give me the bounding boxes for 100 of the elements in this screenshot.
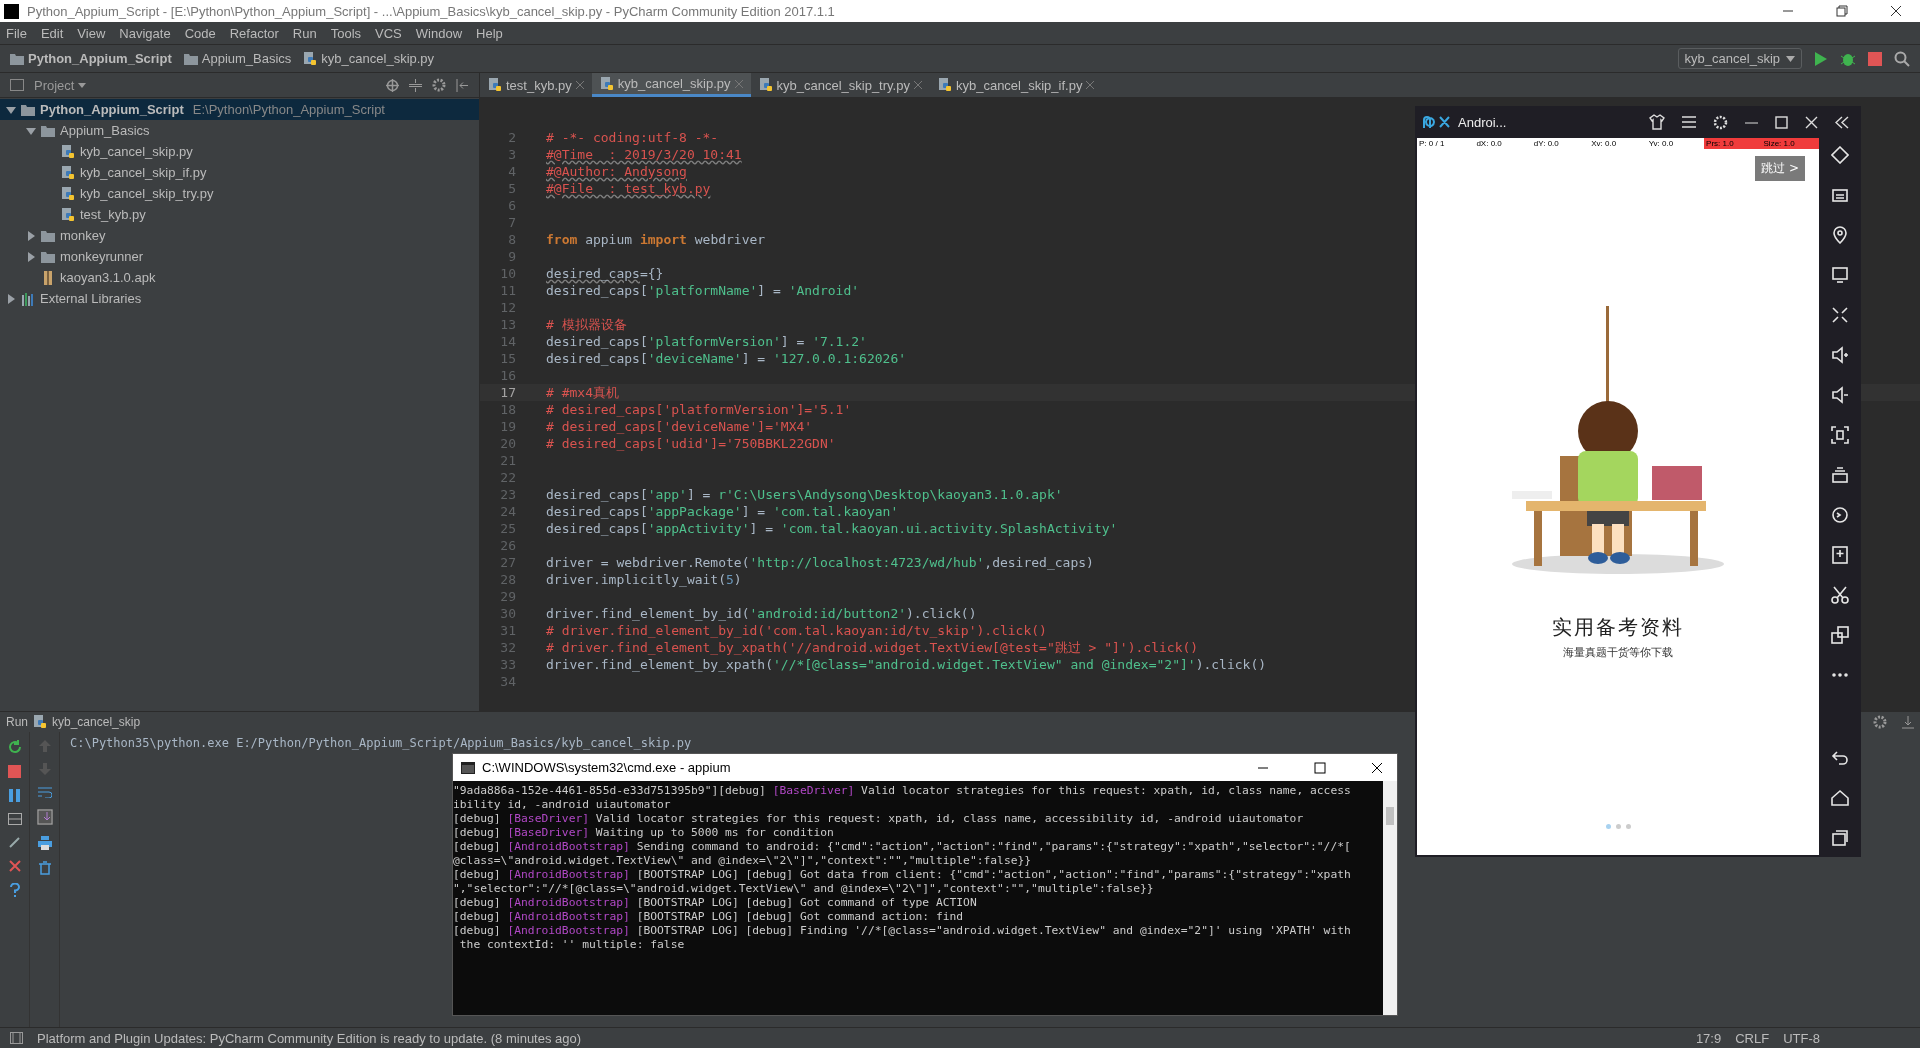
stop-icon[interactable] [1868,51,1882,66]
volume-down-icon[interactable] [1831,386,1849,404]
breadcrumb[interactable]: kyb_cancel_skip.py [321,51,435,66]
breadcrumb[interactable]: Appium_Basics [201,51,292,66]
wrap-icon[interactable] [37,786,52,798]
hide-panel-icon[interactable] [1902,715,1914,729]
location-pin-icon[interactable] [1831,226,1849,244]
file-encoding[interactable]: UTF-8 [1783,1030,1820,1046]
window-title: Python_Appium_Script - [E:\Python\Python_Appium_Script] - ...\Appium_Basics\kyb_cancel_skip.py - PyCharm Community Edition 2017.1.1 [27,3,835,19]
menu-item[interactable]: View [77,25,106,41]
panel-toggle-icon[interactable] [10,1032,23,1044]
maximize-icon[interactable] [1314,761,1326,774]
tree-item[interactable]: Appium_Basics [0,120,479,141]
editor-tab[interactable]: kyb_cancel_skip_try.py [750,73,930,97]
trash-icon[interactable] [38,861,51,875]
splash-subheading: 海量真题干货等你下载 [1563,645,1673,660]
search-icon[interactable] [1894,50,1910,67]
expanded-arrow-icon[interactable] [26,125,36,136]
line-number: 34 [499,674,517,689]
keyboard-icon[interactable] [1831,186,1849,204]
scrollbar-thumb[interactable] [1386,807,1394,825]
menu-item[interactable]: Navigate [119,25,171,41]
editor-tab[interactable]: kyb_cancel_skip.py [591,73,751,97]
collapsed-arrow-icon[interactable] [6,293,16,304]
expanded-arrow-icon[interactable] [6,104,16,115]
rotate-icon[interactable] [1831,146,1849,164]
line-number: 29 [499,589,517,604]
skip-button[interactable]: 跳过 > [1755,156,1805,181]
tree-item[interactable]: kaoyan3.1.0.apk [0,267,479,288]
menu-item[interactable]: VCS [375,25,402,41]
tree-item[interactable]: External Libraries [0,288,479,309]
code-line: #@Author: Andysong [546,164,687,179]
run-config-dropdown[interactable]: kyb_cancel_skip [1677,48,1802,69]
touch-readout: dX: 0.0 [1475,138,1503,149]
print-icon[interactable] [37,836,52,850]
scroll-to-end-icon[interactable] [36,809,53,825]
close-icon[interactable] [1890,5,1902,17]
screenshot-icon[interactable] [1831,426,1849,444]
line-separator[interactable]: CRLF [1735,1030,1770,1046]
help-icon[interactable] [9,883,20,897]
menu-item[interactable]: Edit [40,25,64,41]
refresh-icon[interactable] [1831,506,1849,524]
menu-item[interactable]: Window [415,25,463,41]
menu-item[interactable]: Run [292,25,317,41]
code-line: # desired_caps['deviceName']='MX4' [546,419,813,434]
collapsed-arrow-icon[interactable] [26,230,36,241]
menu-icon[interactable] [1682,116,1696,128]
menu-item[interactable]: Code [184,25,216,41]
panel-title[interactable]: Project [34,77,75,93]
stack-icon[interactable] [1831,466,1849,484]
run-config-label[interactable]: kyb_cancel_skip [52,715,141,729]
volume-up-icon[interactable] [1831,346,1849,364]
monitor-icon[interactable] [1831,266,1849,284]
pause-icon[interactable] [8,789,21,802]
caret-icon[interactable] [78,82,87,88]
code-line: # #mx4真机 [546,383,619,402]
editor-tab[interactable]: test_kyb.py [480,73,592,97]
folder-icon [21,103,35,116]
back-icon[interactable] [1831,749,1849,767]
collapse-sidebar-icon[interactable] [1835,115,1849,129]
code-line: # -*- coding:utf-8 -*- [546,130,719,145]
menu-item[interactable]: Tools [330,25,362,41]
code-line: desired_caps['appActivity'] = 'com.tal.kaoyan.ui.activity.SplashActivity' [546,521,1118,536]
python-file-icon [758,78,773,92]
run-icon[interactable] [1814,50,1828,67]
tree-item[interactable]: test_kyb.py [0,204,479,225]
editor-tab[interactable]: kyb_cancel_skip_if.py [929,73,1103,97]
shirt-icon[interactable] [1649,114,1665,130]
hide-panel-icon[interactable] [456,78,469,92]
breadcrumb[interactable]: Python_Appium_Script [28,51,172,66]
crosshair-icon[interactable] [386,78,399,92]
code-line: driver.implicitly_wait(5) [546,572,742,587]
line-number: 3 [507,147,517,162]
menu-item[interactable]: Help [476,25,503,41]
windows-icon[interactable] [1831,626,1849,644]
menu-item[interactable]: Refactor [229,25,279,41]
tree-item[interactable]: kyb_cancel_skip_if.py [0,162,479,183]
add-file-icon[interactable] [1831,546,1849,564]
console-line: [debug] [AndroidBootstrap] [BOOTSTRAP LOG] [debug] Got command of type ACTION [453,896,978,910]
tree-path: E:\Python\Python_Appium_Script [192,102,385,117]
tree-item[interactable]: monkey [0,225,479,246]
layout-icon[interactable] [7,813,22,825]
restore-icon[interactable] [1836,5,1848,17]
expand-icon[interactable] [1831,306,1849,324]
menu-item[interactable]: File [6,25,27,41]
caret-icon[interactable] [1786,55,1795,62]
caret-position[interactable]: 17:9 [1695,1030,1722,1046]
panel-icon [10,79,24,91]
recent-apps-icon[interactable] [1831,829,1849,847]
rerun-icon[interactable] [7,740,22,754]
collapsed-arrow-icon[interactable] [26,251,36,262]
home-icon[interactable] [1831,789,1849,807]
tree-item[interactable]: kyb_cancel_skip_try.py [0,183,479,204]
tree-item[interactable]: Python_Appium_Script E:\Python\Python_Appium_Script [0,99,479,120]
close-icon[interactable] [1371,761,1383,774]
collapse-all-icon[interactable] [409,78,422,92]
scissors-icon[interactable] [1831,586,1849,604]
touch-readout: dY: 0.0 [1532,138,1560,149]
tree-item[interactable]: monkeyrunner [0,246,479,267]
tree-item[interactable]: kyb_cancel_skip.py [0,141,479,162]
